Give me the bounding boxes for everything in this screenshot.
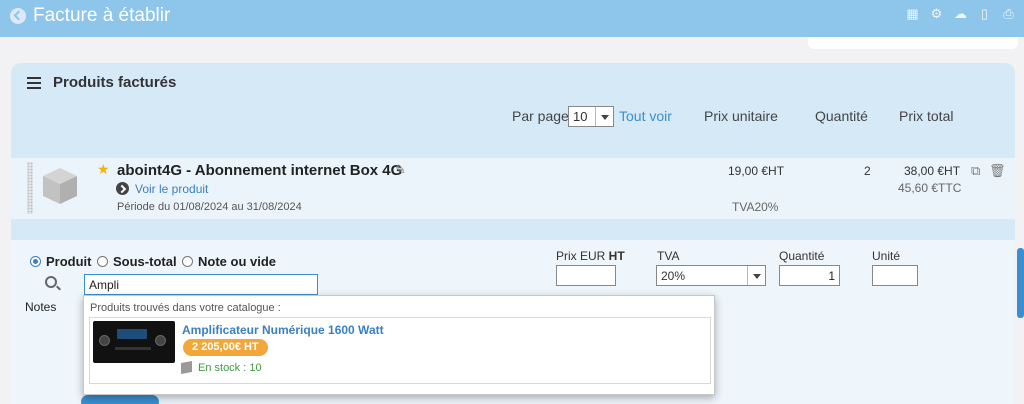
print-icon[interactable]: ⎙ <box>1001 6 1016 21</box>
unite-label: Unité <box>872 249 901 263</box>
star-icon[interactable]: ★ <box>97 161 110 178</box>
header-toolbar: ▦ ⚙ ☁ ▯ ⎙ <box>905 6 1016 21</box>
period-text: Période du 01/08/2024 au 31/08/2024 <box>117 201 302 213</box>
tout-voir-link[interactable]: Tout voir <box>619 108 672 124</box>
radio-sous-total-label: Sous-total <box>113 254 177 269</box>
tva-rate: TVA20% <box>732 200 779 214</box>
back-arrow-icon[interactable] <box>10 8 26 24</box>
prix-label-ht: HT <box>608 249 625 263</box>
product-name: aboint4G - Abonnement internet Box 4G <box>117 162 403 179</box>
notes-label: Notes <box>25 300 57 314</box>
list-icon <box>27 77 41 89</box>
product-cube-icon <box>43 168 77 204</box>
chevron-down-icon <box>595 107 613 126</box>
prix-label: Prix EUR HT <box>556 249 625 263</box>
radio-produit-label: Produit <box>46 254 92 269</box>
duplicate-icon[interactable]: ⧉ <box>971 163 980 179</box>
top-right-box <box>808 37 1018 49</box>
gears-icon[interactable]: ⚙ <box>929 6 944 21</box>
column-unit-price: Prix unitaire <box>704 108 778 124</box>
radio-dot <box>30 256 41 267</box>
voir-produit-link[interactable]: Voir le produit <box>135 182 208 196</box>
pencil-icon[interactable]: ✎ <box>395 162 406 178</box>
product-search-input[interactable] <box>84 274 318 295</box>
radio-produit[interactable]: Produit <box>30 254 92 269</box>
radio-note[interactable]: Note ou vide <box>182 254 276 269</box>
add-button[interactable] <box>81 395 159 404</box>
radio-note-label: Note ou vide <box>198 254 277 269</box>
per-page-label: Par page <box>512 108 569 124</box>
column-total-price: Prix total <box>899 108 954 124</box>
radio-sous-total[interactable]: Sous-total <box>97 254 177 269</box>
arrow-circle-icon <box>116 182 129 195</box>
prix-input[interactable] <box>556 265 616 286</box>
radio-dot <box>97 256 108 267</box>
trash-icon[interactable]: 🗑 <box>989 163 1006 179</box>
cloud-upload-icon[interactable]: ☁ <box>953 6 968 21</box>
per-page-value: 10 <box>573 109 588 124</box>
results-title: Produits trouvés dans votre catalogue : <box>90 302 281 314</box>
quantite-label: Quantité <box>779 249 825 263</box>
tva-select-value: 20% <box>661 269 686 283</box>
search-icon <box>45 276 57 288</box>
amplifier-image <box>93 321 175 363</box>
scrollbar-thumb[interactable] <box>1017 248 1024 318</box>
chevron-down-icon <box>747 266 765 285</box>
total-ht-value: 38,00 €HT <box>904 164 961 178</box>
drag-handle-icon[interactable] <box>27 162 33 214</box>
column-quantity: Quantité <box>815 108 868 124</box>
result-item[interactable]: Amplificateur Numérique 1600 Watt 2 205,… <box>89 317 711 384</box>
quantity-value: 2 <box>864 164 871 178</box>
unit-price-value: 19,00 €HT <box>728 164 785 178</box>
tva-select[interactable]: 20% <box>656 265 766 286</box>
quantite-input[interactable] <box>779 265 840 286</box>
document-icon[interactable]: ▯ <box>977 6 992 21</box>
total-ttc-value: 45,60 €TTC <box>898 181 962 195</box>
box-icon <box>181 361 192 374</box>
result-name[interactable]: Amplificateur Numérique 1600 Watt <box>182 323 384 337</box>
product-search-results: Produits trouvés dans votre catalogue : … <box>83 295 715 395</box>
invoice-line-row: ★ aboint4G - Abonnement internet Box 4G … <box>11 158 1015 219</box>
tva-label: TVA <box>657 249 680 263</box>
per-page-select[interactable]: 10 <box>568 106 614 127</box>
unite-input[interactable] <box>872 265 918 286</box>
stock-status: En stock : 10 <box>198 362 262 374</box>
radio-dot <box>182 256 193 267</box>
panel-title: Produits facturés <box>53 74 177 91</box>
price-badge: 2 205,00€ HT <box>183 339 268 356</box>
header-bar: Facture à établir ▦ ⚙ ☁ ▯ ⎙ <box>0 0 1024 37</box>
prix-label-text: Prix EUR <box>556 249 609 263</box>
grid-icon[interactable]: ▦ <box>905 6 920 21</box>
page-title: Facture à établir <box>33 5 171 26</box>
